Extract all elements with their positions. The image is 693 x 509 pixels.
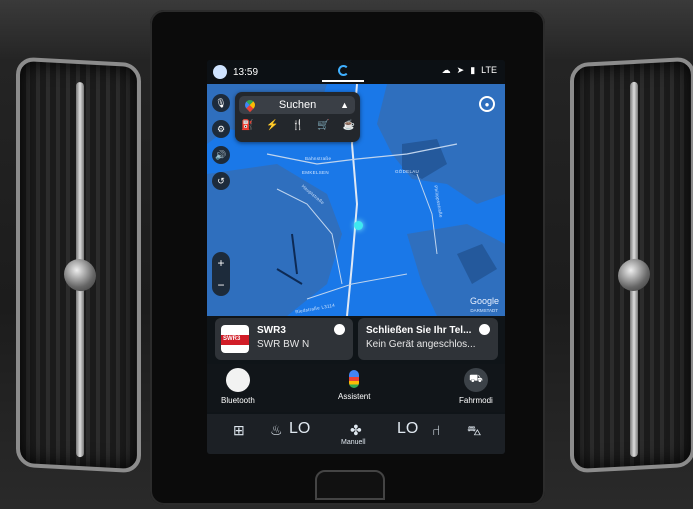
infotainment-screen: 13:59 ☁ ➤ ▮ LTE Bahnstraße EMKELSEN Haup… <box>207 60 505 454</box>
search-panel: Suchen ▲ ⛽ ⚡ 🍴 🛒 ☕ <box>235 92 360 142</box>
right-temperature[interactable]: LO <box>397 420 418 438</box>
bluetooth-app[interactable]: Bluetooth <box>221 368 255 405</box>
seat-heating-right-icon[interactable]: ⑁ <box>432 422 440 438</box>
seat-heating-left-icon[interactable]: ♨ <box>270 422 283 439</box>
radio-status-dot <box>334 324 345 335</box>
profile-icon[interactable]: ● <box>479 96 495 112</box>
home-tab[interactable] <box>322 60 364 82</box>
map-place-label: GÖDELAU <box>395 169 420 174</box>
assistant-app[interactable]: Assistent <box>338 368 370 401</box>
settings-icon[interactable]: ⚙ <box>212 120 230 138</box>
coffee-icon[interactable]: ☕ <box>343 120 355 131</box>
dashboard-button <box>315 470 385 500</box>
shopping-icon[interactable]: 🛒 <box>317 120 329 131</box>
search-label: Suchen <box>278 99 317 111</box>
mic-icon[interactable]: 🎙 <box>212 94 230 112</box>
phone-title: Schließen Sie Ihr Tel... <box>366 325 472 336</box>
left-temperature[interactable]: LO <box>289 420 310 438</box>
radio-card[interactable]: SWR3 SWR3 SWR BW N <box>215 318 353 360</box>
phone-subtitle: Kein Gerät angeschlos... <box>366 339 476 350</box>
gas-station-icon[interactable]: ⛽ <box>241 120 253 131</box>
zoom-in-button[interactable]: + <box>217 256 224 270</box>
map-attribution: Google <box>469 296 499 306</box>
phone-status-dot <box>479 324 490 335</box>
assistant-mic-icon <box>349 370 360 388</box>
radio-logo-text: SWR3 <box>223 336 241 342</box>
vent-knob <box>618 258 650 292</box>
left-air-vent <box>16 56 141 474</box>
navigation-icon: ➤ <box>456 65 465 75</box>
drive-modes-label: Fahrmodi <box>459 396 493 405</box>
radio-subtitle: SWR BW N <box>257 339 310 350</box>
status-indicators: ☁ ➤ ▮ LTE <box>442 65 497 76</box>
sound-icon[interactable]: 🔊 <box>212 146 230 164</box>
map-view[interactable]: Bahnstraße EMKELSEN Hauptstraße GÖDELAU … <box>207 84 505 316</box>
category-row: ⛽ ⚡ 🍴 🛒 ☕ <box>241 120 355 131</box>
charging-icon[interactable]: ⚡ <box>266 120 278 131</box>
radio-title: SWR3 <box>257 325 286 336</box>
chevron-up-icon[interactable]: ▲ <box>340 100 349 110</box>
route-icon[interactable]: ↺ <box>212 172 230 190</box>
map-place-label: EMKELSEN <box>302 170 329 175</box>
drive-mode-icon: ⛟ <box>463 368 488 392</box>
app-grid-icon[interactable]: ⊞ <box>233 422 245 439</box>
bluetooth-icon <box>225 368 250 392</box>
restaurant-icon[interactable]: 🍴 <box>292 120 304 131</box>
bluetooth-label: Bluetooth <box>221 396 255 405</box>
map-street-label: Bahnstraße <box>305 156 332 161</box>
radio-logo: SWR3 <box>221 325 249 353</box>
status-time: 13:59 <box>233 66 259 78</box>
network-label: LTE <box>481 65 497 75</box>
drive-modes-app[interactable]: ⛟ Fahrmodi <box>459 368 493 405</box>
avatar-icon[interactable] <box>213 65 227 79</box>
cloud-icon: ☁ <box>441 65 451 75</box>
signal-icon: ▮ <box>470 65 476 75</box>
map-attribution-sub: DARMSTADT <box>470 308 498 313</box>
climate-bar: ⊞ ♨ LO ✤ Manuell LO ⑁ ⛍ <box>207 414 505 454</box>
status-bar: 13:59 ☁ ➤ ▮ LTE <box>207 60 505 84</box>
home-icon <box>337 64 349 76</box>
app-row: Bluetooth Assistent ⛟ Fahrmodi <box>207 364 505 412</box>
phone-card[interactable]: Schließen Sie Ihr Tel... Kein Gerät ange… <box>358 318 498 360</box>
search-bar[interactable]: Suchen ▲ <box>239 96 355 114</box>
zoom-control: + − <box>212 252 230 296</box>
car-icon[interactable]: ⛍ <box>467 422 481 441</box>
vent-knob <box>64 258 96 292</box>
zoom-out-button[interactable]: − <box>217 278 224 292</box>
current-location-marker <box>354 221 363 230</box>
right-air-vent <box>570 56 693 474</box>
assistant-label: Assistent <box>338 392 371 401</box>
fan-icon[interactable]: ✤ <box>350 422 362 439</box>
fan-mode-label: Manuell <box>341 439 366 446</box>
